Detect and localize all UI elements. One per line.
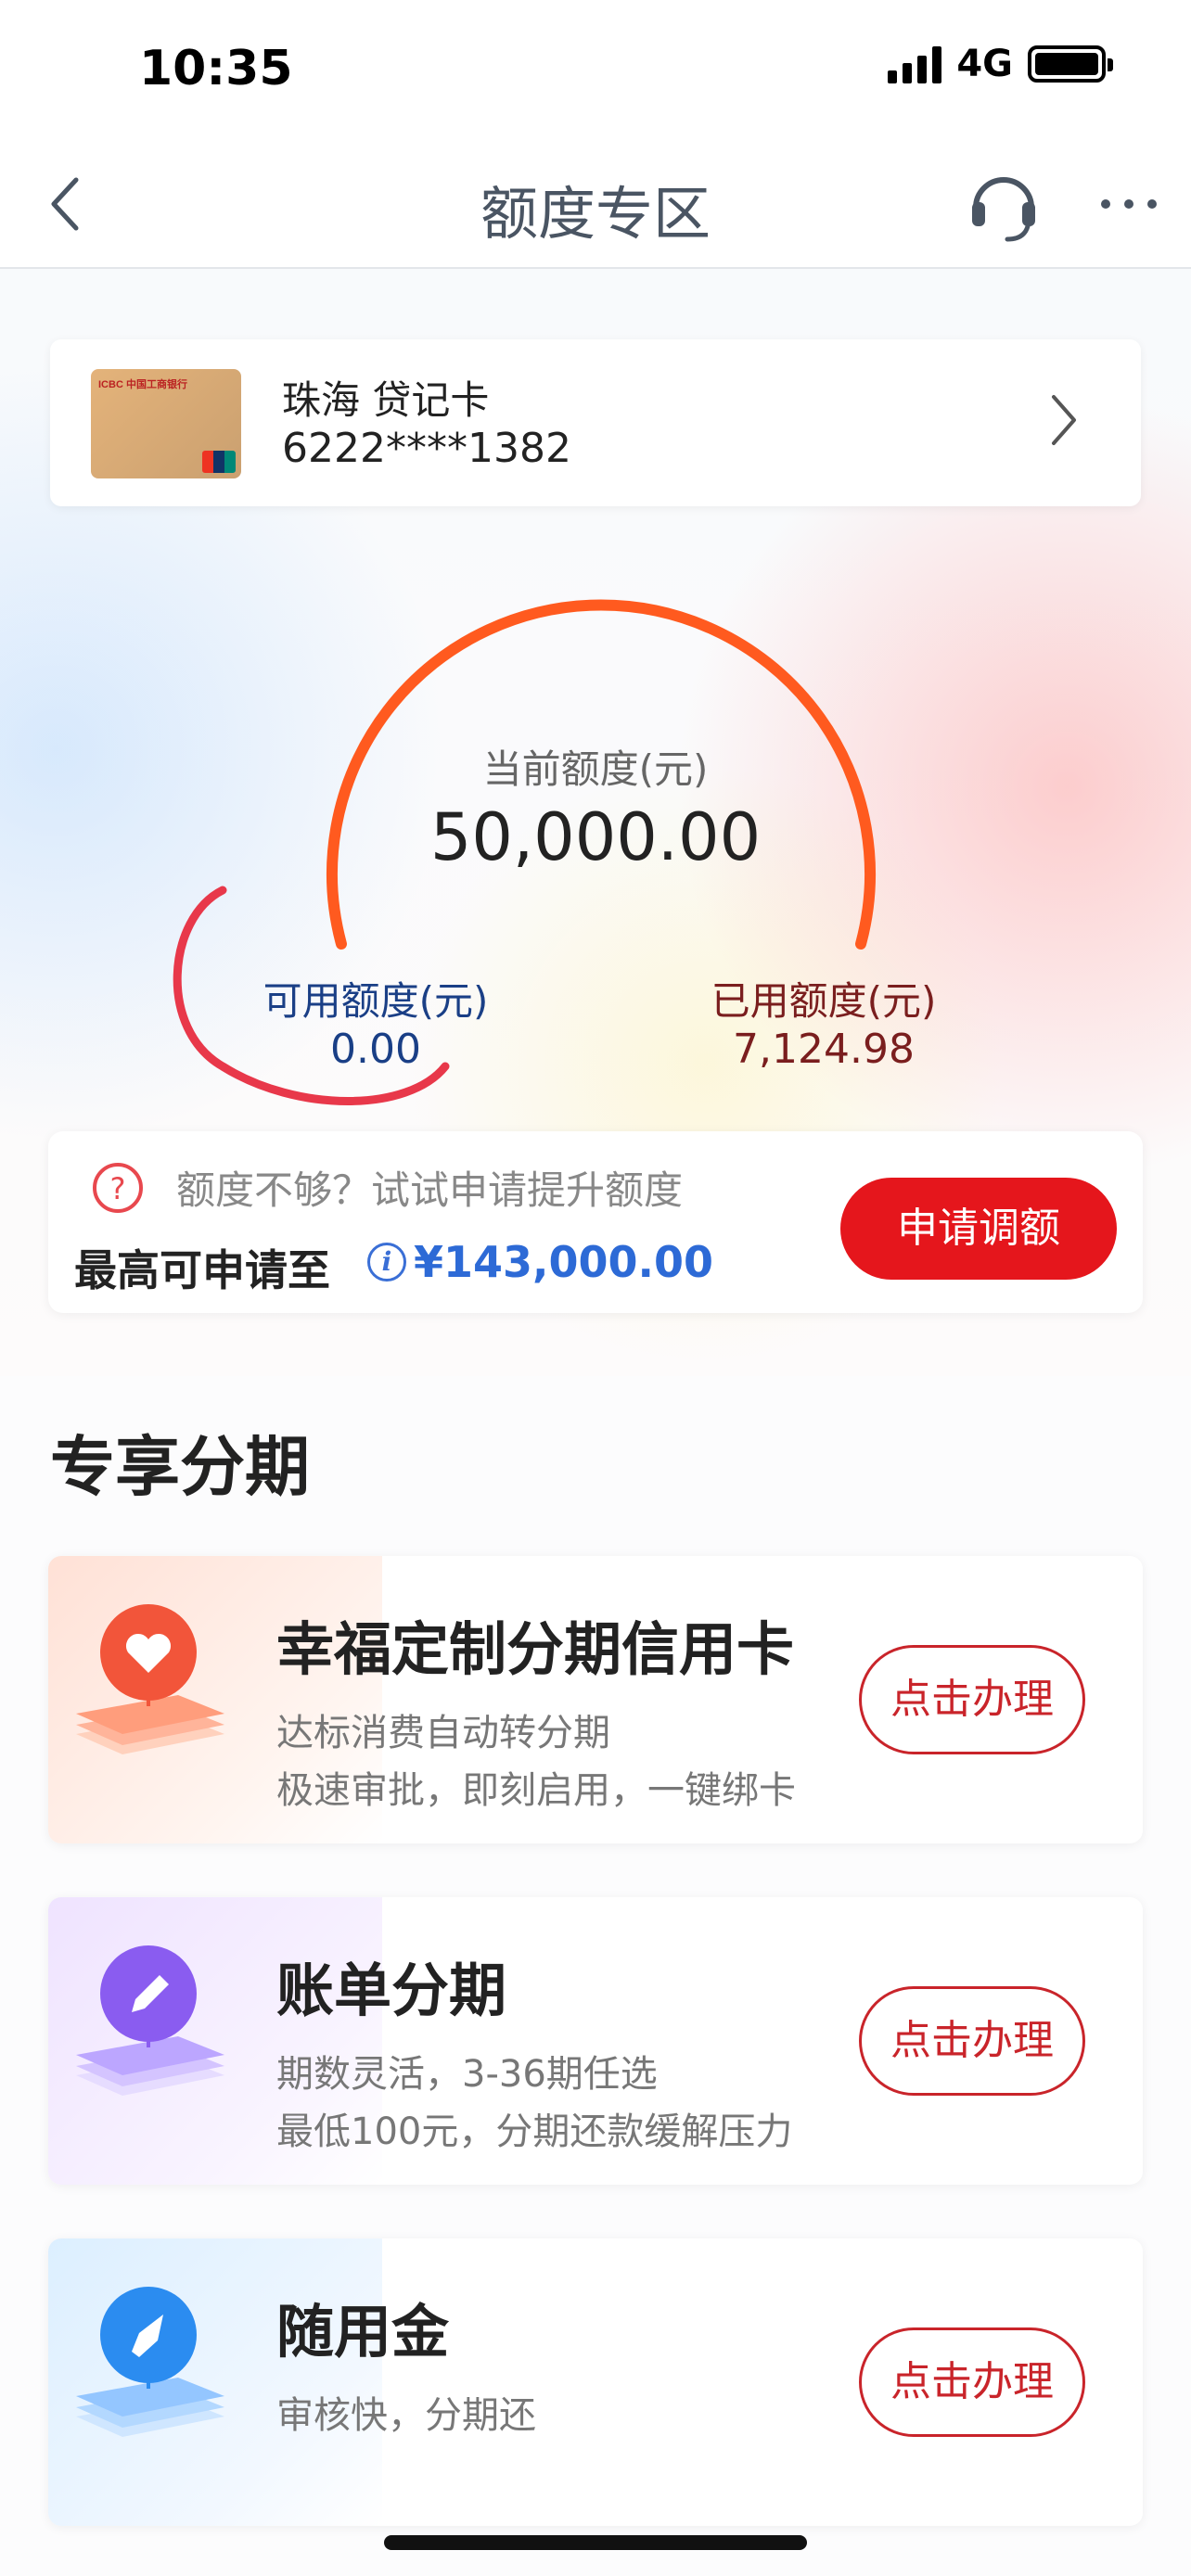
item-desc: 达标消费自动转分期 xyxy=(276,1712,610,1754)
available-limit-label: 可用额度(元) xyxy=(263,978,489,1024)
available-limit-value: 0.00 xyxy=(330,1026,421,1073)
limit-tip: 额度不够？试试申请提升额度 xyxy=(176,1167,684,1213)
card-logo: ICBC 中国工商银行 xyxy=(98,379,187,390)
info-icon[interactable]: i xyxy=(367,1243,406,1282)
item-desc: 极速审批，即刻启用，一键绑卡 xyxy=(276,1769,796,1812)
item-title: 随用金 xyxy=(276,2298,450,2366)
item-desc: 审核快，分期还 xyxy=(276,2394,536,2437)
item-desc: 期数灵活，3-36期任选 xyxy=(276,2053,658,2096)
max-limit-label: 最高可申请至 xyxy=(74,1245,330,1295)
item-title: 账单分期 xyxy=(276,1957,507,2024)
battery-icon xyxy=(1028,45,1113,83)
used-limit-label: 已用额度(元) xyxy=(711,978,937,1024)
network-type: 4G xyxy=(956,43,1013,85)
rocket-icon xyxy=(76,2287,224,2437)
question-icon: ? xyxy=(93,1163,143,1213)
max-limit-value: ¥143,000.00 xyxy=(414,1237,714,1287)
current-limit-label: 当前额度(元) xyxy=(482,746,709,792)
section-title: 专享分期 xyxy=(50,1429,310,1505)
bank-card-thumbnail: ICBC 中国工商银行 xyxy=(91,369,241,478)
card-number: 6222****1382 xyxy=(282,425,571,472)
unionpay-icon xyxy=(202,451,236,473)
apply-now-button[interactable]: 点击办理 xyxy=(859,2327,1085,2437)
home-indicator[interactable] xyxy=(384,2535,807,2550)
apply-now-button[interactable]: 点击办理 xyxy=(859,1645,1085,1754)
signal-icon xyxy=(888,45,942,83)
current-limit-value: 50,000.00 xyxy=(429,799,762,875)
item-desc: 最低100元，分期还款缓解压力 xyxy=(276,2111,793,2153)
more-icon[interactable] xyxy=(1096,185,1161,223)
apply-now-button[interactable]: 点击办理 xyxy=(859,1986,1085,2096)
used-limit-value: 7,124.98 xyxy=(733,1026,915,1073)
status-time: 10:35 xyxy=(139,41,293,96)
svg-text:?: ? xyxy=(110,1171,126,1206)
item-title: 幸福定制分期信用卡 xyxy=(276,1615,795,1683)
apply-adjust-button[interactable]: 申请调额 xyxy=(840,1178,1117,1280)
chevron-right-icon[interactable] xyxy=(1044,389,1082,451)
status-icons: 4G xyxy=(888,43,1113,85)
headset-icon[interactable] xyxy=(967,165,1041,243)
card-name: 珠海 贷记卡 xyxy=(282,377,490,423)
pencil-icon xyxy=(76,1945,224,2096)
heart-icon xyxy=(76,1604,224,1754)
